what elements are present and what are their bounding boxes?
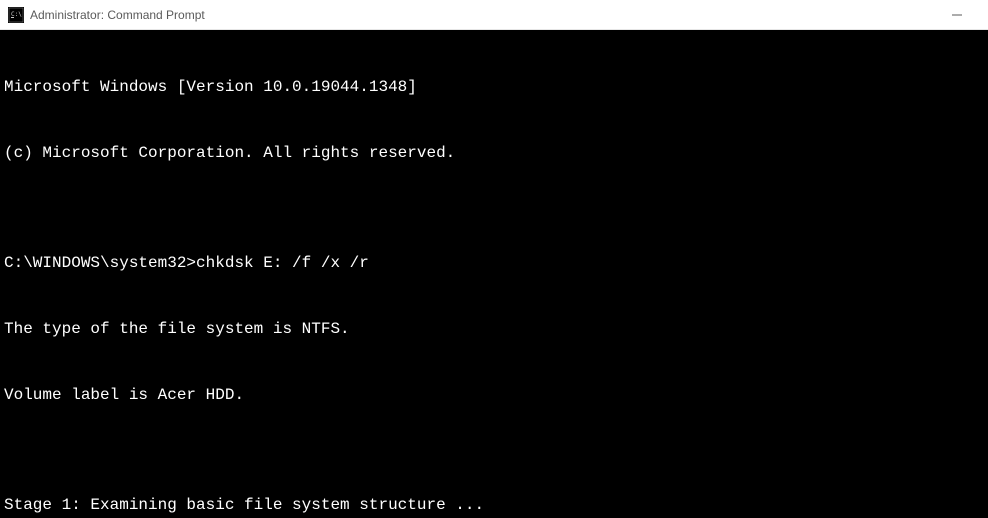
output-line: The type of the file system is NTFS. (4, 318, 984, 340)
minimize-button[interactable] (934, 0, 980, 30)
output-line: Microsoft Windows [Version 10.0.19044.13… (4, 76, 984, 98)
app-icon: C:\ (8, 7, 24, 23)
window-titlebar[interactable]: C:\ Administrator: Command Prompt (0, 0, 988, 30)
svg-text:C:\: C:\ (11, 11, 22, 18)
terminal-output[interactable]: Microsoft Windows [Version 10.0.19044.13… (0, 30, 988, 518)
output-line: Stage 1: Examining basic file system str… (4, 494, 984, 516)
output-line: (c) Microsoft Corporation. All rights re… (4, 142, 984, 164)
window-title: Administrator: Command Prompt (30, 8, 934, 22)
output-line: Volume label is Acer HDD. (4, 384, 984, 406)
window-controls (934, 0, 980, 30)
command-line: C:\WINDOWS\system32>chkdsk E: /f /x /r (4, 252, 984, 274)
